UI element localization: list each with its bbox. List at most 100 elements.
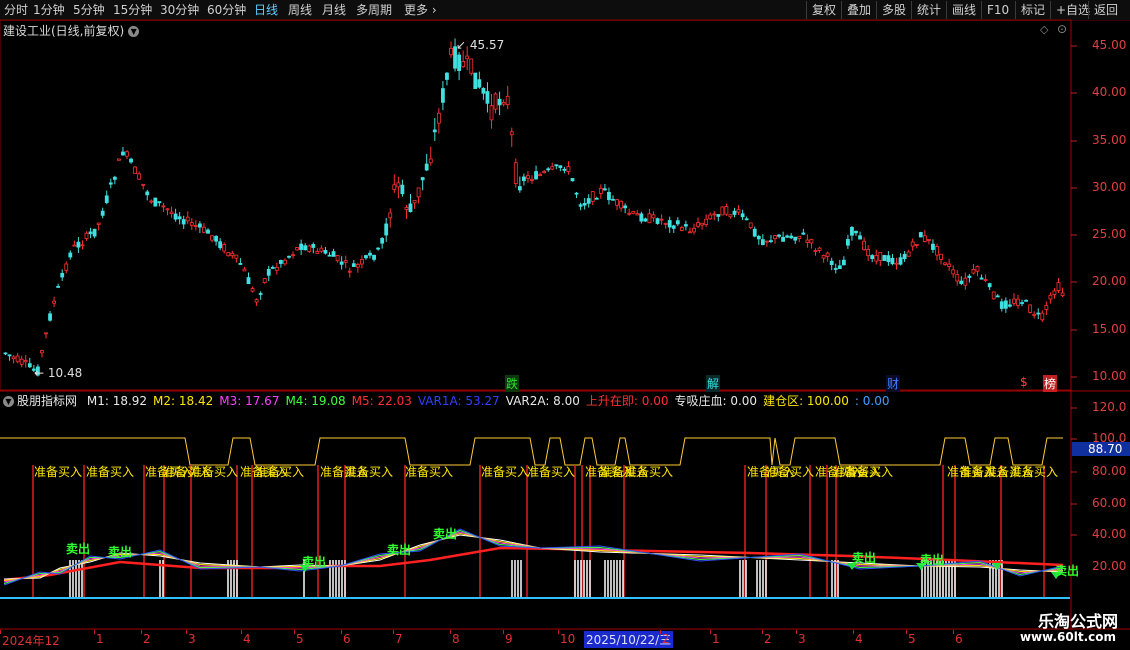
date-axis-label: 2024年12 (2, 634, 60, 648)
candle-body (189, 222, 194, 226)
candle-body (1056, 282, 1061, 291)
candle-body (3, 352, 8, 355)
candle-body (493, 93, 498, 110)
candle-body (647, 213, 652, 224)
candle-body (562, 168, 567, 171)
candle-body (404, 207, 409, 210)
marker-dollar[interactable]: $ (1019, 375, 1029, 389)
candle-body (1028, 304, 1033, 313)
candle-body (416, 187, 421, 198)
candle-body (238, 263, 243, 265)
date-axis-label: 10 (560, 632, 576, 646)
candle-body (68, 252, 73, 258)
marker-jie[interactable]: 解 (706, 375, 721, 392)
candle-body (918, 232, 923, 238)
marker-die[interactable]: 跌 (505, 375, 520, 392)
candle-body (704, 218, 709, 225)
buy-signal-label: 准备买入 (86, 465, 135, 479)
candle-body (594, 197, 599, 200)
indicator-value-6: VAR2A: 8.00 (505, 394, 580, 408)
candle-body (40, 350, 44, 354)
indicator-value-1: M2: 18.42 (153, 394, 214, 408)
candle-body (558, 165, 563, 168)
buy-signal-label: 准备买入 (1010, 465, 1059, 479)
buy-signal-label: 准备买入 (256, 465, 305, 479)
price-axis-label: 10.00 (1092, 369, 1127, 383)
candle-body (185, 216, 190, 222)
marker-bang[interactable]: 榜 (1043, 375, 1058, 392)
candle-body (870, 255, 875, 260)
candle-body (979, 277, 984, 280)
candle-body (331, 251, 336, 257)
indicator-value-2: M3: 17.67 (219, 394, 280, 408)
candle-body (975, 266, 980, 272)
candle-body (526, 175, 530, 179)
candle-body (534, 171, 538, 180)
candle-body (574, 192, 579, 195)
candle-body (846, 239, 850, 246)
candle-body (400, 184, 405, 195)
buy-signal-label: 准备买入 (766, 465, 815, 479)
candle-body (615, 199, 619, 206)
candle-body (295, 247, 300, 251)
candle-body (469, 58, 474, 74)
candle-body (708, 214, 713, 220)
candle-body (866, 249, 871, 257)
candle-body (465, 55, 470, 60)
candle-body (732, 210, 737, 215)
candle-body (242, 268, 247, 272)
date-tick (796, 630, 797, 634)
sell-signal-label: 卖出 (1055, 564, 1080, 578)
candle-body (303, 245, 308, 251)
candle-body (1044, 305, 1049, 310)
candle-body (234, 254, 239, 259)
candle-body (92, 228, 97, 237)
candle-body (667, 220, 672, 228)
candle-body (7, 354, 12, 357)
candle-body (230, 252, 235, 257)
candle-body (311, 244, 316, 248)
indicator-axis-label: 80.00 (1092, 464, 1127, 478)
accumulation-zone-line (0, 437, 1063, 466)
indicator-name[interactable]: 股朋指标网 (17, 394, 77, 408)
candle-body (700, 222, 704, 226)
candle-body (497, 98, 502, 106)
candle-body (951, 269, 956, 275)
candle-body (432, 129, 437, 133)
candle-body (716, 214, 721, 217)
candle-body (343, 260, 348, 263)
candle-body (611, 198, 615, 201)
candle-body (266, 269, 271, 276)
candle-body (517, 186, 522, 191)
candle-body (283, 259, 287, 265)
candle-body (765, 240, 769, 243)
low-price-label: ← 10.48 (34, 366, 83, 380)
date-tick (558, 630, 559, 634)
candle-body (675, 220, 680, 225)
indicator-value-7: 上升在即: 0.00 (585, 394, 669, 408)
chevron-down-icon[interactable]: ▼ (3, 396, 14, 407)
candle-body (396, 182, 401, 188)
candle-body (1024, 299, 1028, 302)
candle-body (327, 254, 332, 257)
candle-body (226, 252, 231, 257)
marker-cai[interactable]: 财 (886, 375, 901, 392)
candle-body (651, 214, 656, 219)
candle-body (509, 131, 514, 136)
candle-body (489, 105, 494, 121)
date-axis-label: 5 (296, 632, 304, 646)
candle-body (1040, 312, 1045, 321)
candle-body (129, 158, 133, 163)
candle-body (254, 299, 259, 303)
candle-body (837, 265, 842, 270)
candle-body (250, 288, 255, 292)
watermark-url: www.60lt.com (1019, 630, 1116, 644)
chart-canvas[interactable] (0, 0, 1130, 630)
candle-body (809, 238, 814, 244)
candle-body (141, 183, 146, 186)
price-axis-label: 30.00 (1092, 180, 1127, 194)
candle-body (935, 246, 939, 256)
candle-body (27, 363, 32, 368)
date-axis-label: 6 (343, 632, 351, 646)
price-axis-label: 20.00 (1092, 274, 1127, 288)
